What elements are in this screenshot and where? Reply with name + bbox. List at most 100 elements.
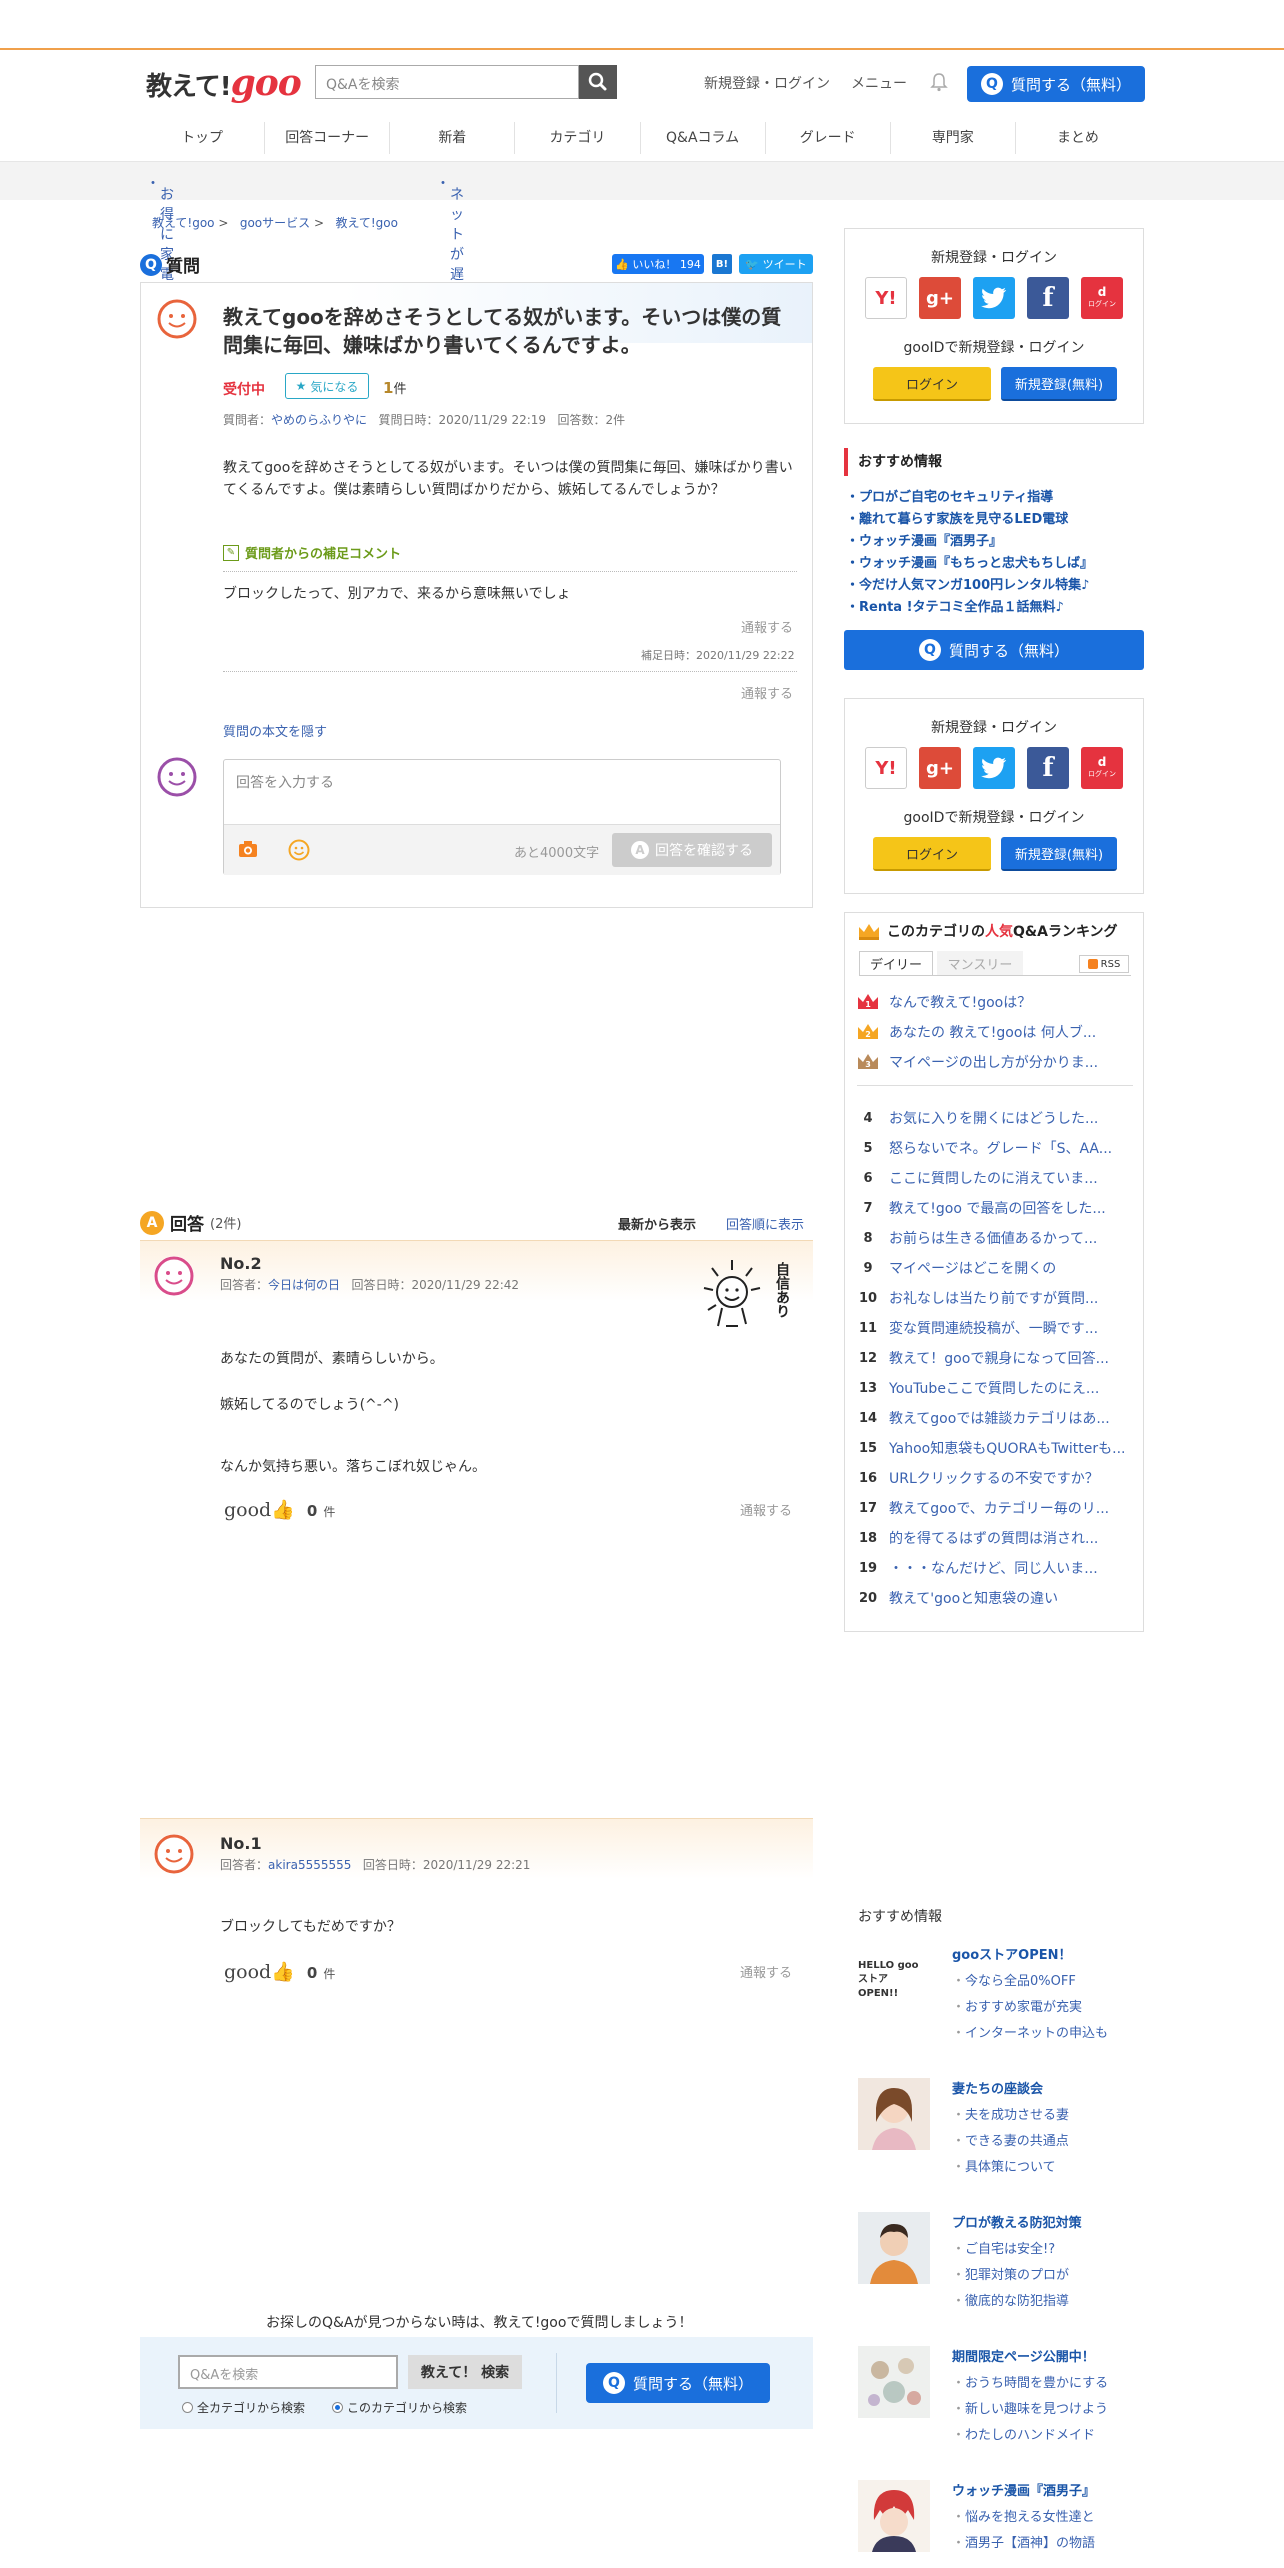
ask-question-button[interactable]: Q 質問する（無料） [967, 66, 1145, 102]
report-link[interactable]: 通報する [741, 683, 793, 702]
ad-item[interactable]: HELLO goo ストア OPEN!! gooストアOPEN！ 今なら全品0%… [844, 1944, 1144, 2064]
docomo-login-icon[interactable]: d ログイン [1081, 747, 1123, 789]
sort-oldest[interactable]: 回答順に表示 [726, 1214, 804, 1233]
ranking-item[interactable]: 20 教えて'gooと知恵袋の違い [857, 1583, 1133, 1613]
nav-category[interactable]: カテゴリ [515, 122, 641, 154]
nav-grade[interactable]: グレード [766, 122, 891, 154]
ranking-item[interactable]: 8 お前らは生きる価値あるかって... [857, 1223, 1133, 1253]
recommend-link[interactable]: ・ウォッチ漫画『酒男子』 [846, 530, 1002, 549]
ranking-item[interactable]: 3 マイページの出し方が分かりま... [857, 1047, 1133, 1077]
google-plus-login-icon[interactable]: g+ [919, 747, 961, 789]
register-button[interactable]: 新規登録(無料) [1001, 367, 1117, 401]
ad-item[interactable]: ウォッチ漫画『酒男子』 悩みを抱える女性達と 酒男子【酒神】の物語 [844, 2480, 1144, 2568]
sort-newest[interactable]: 最新から表示 [618, 1214, 696, 1233]
nav-answer-corner[interactable]: 回答コーナー [265, 122, 391, 154]
hide-question-body-link[interactable]: 質問の本文を隠す [223, 721, 327, 740]
yahoo-login-icon[interactable]: Y! [865, 277, 907, 319]
nav-expert[interactable]: 専門家 [891, 122, 1016, 154]
tweet-button[interactable]: 🐦 ツイート [739, 254, 813, 274]
ad-link[interactable]: ご自宅は安全!? [952, 2238, 1055, 2257]
nav-matome[interactable]: まとめ [1016, 122, 1140, 154]
rss-button[interactable]: RSS [1079, 955, 1129, 973]
tab-monthly[interactable]: マンスリー [937, 951, 1023, 975]
ranking-item[interactable]: 7 教えて!goo で最高の回答をした... [857, 1193, 1133, 1223]
ad-title[interactable]: 期間限定ページ公開中！ [952, 2346, 1095, 2365]
register-login-link[interactable]: 新規登録・ログイン [704, 73, 830, 93]
breadcrumb-item[interactable]: 教えて!goo [335, 216, 398, 230]
report-link[interactable]: 通報する [740, 1500, 792, 1519]
yahoo-login-icon[interactable]: Y! [865, 747, 907, 789]
bottom-ask-button[interactable]: Q 質問する（無料） [586, 2363, 770, 2403]
ad-item[interactable]: プロが教える防犯対策 ご自宅は安全!? 犯罪対策のプロが 徹底的な防犯指導 [844, 2212, 1144, 2332]
recommend-link[interactable]: ・今だけ人気マンガ100円レンタル特集♪ [846, 574, 1089, 593]
login-button[interactable]: ログイン [873, 837, 991, 871]
ad-link[interactable]: 犯罪対策のプロが [952, 2264, 1069, 2283]
recommend-link[interactable]: ・ウォッチ漫画『もちっと忠犬もちしば』 [846, 552, 1093, 571]
ad-link[interactable]: わたしのハンドメイド [952, 2424, 1095, 2443]
ad-item[interactable]: 期間限定ページ公開中！ おうち時間を豊かにする 新しい趣味を見つけよう わたしの… [844, 2346, 1144, 2466]
recommend-link[interactable]: ・Renta !タテコミ全作品１話無料♪ [846, 596, 1064, 615]
register-button[interactable]: 新規登録(無料) [1001, 837, 1117, 871]
ranking-item[interactable]: 18 的を得てるはずの質問は消され... [857, 1523, 1133, 1553]
ranking-item[interactable]: 4 お気に入りを開くにはどうした... [857, 1103, 1133, 1133]
search-button[interactable] [579, 65, 617, 99]
bell-icon[interactable] [930, 72, 948, 92]
ad-title[interactable]: ウォッチ漫画『酒男子』 [952, 2480, 1095, 2499]
report-link[interactable]: 通報する [741, 617, 793, 636]
answerer-name-link[interactable]: akira5555555 [268, 1858, 351, 1872]
twitter-login-icon[interactable] [973, 747, 1015, 789]
ad-title[interactable]: プロが教える防犯対策 [952, 2212, 1082, 2231]
ranking-item[interactable]: 2 あなたの 教えて!gooは 何人ブ... [857, 1017, 1133, 1047]
answerer-avatar[interactable] [154, 1256, 194, 1296]
facebook-login-icon[interactable]: f [1027, 277, 1069, 319]
answer-textarea[interactable]: 回答を入力する あと4000文字 A 回答を確認する [223, 759, 781, 875]
asker-name-link[interactable]: やめのらふりやに [271, 413, 367, 427]
good-button[interactable]: good👍 0 件 [224, 1960, 335, 1983]
sidebar-ask-button[interactable]: Q 質問する（無料） [844, 630, 1144, 670]
ranking-item[interactable]: 9 マイページはどこを開くの [857, 1253, 1133, 1283]
recommend-link[interactable]: ・離れて暮らす家族を見守るLED電球 [846, 508, 1068, 527]
radio-all-categories[interactable]: 全カテゴリから検索 [182, 2399, 305, 2416]
ranking-item[interactable]: 10 お礼なしは当たり前ですが質問... [857, 1283, 1133, 1313]
ad-link[interactable]: おすすめ家電が充実 [952, 1996, 1082, 2015]
facebook-login-icon[interactable]: f [1027, 747, 1069, 789]
nav-top[interactable]: トップ [140, 122, 266, 154]
ranking-item[interactable]: 12 教えて！gooで親身になって回答... [857, 1343, 1133, 1373]
facebook-like-button[interactable]: 👍 いいね！ 194 [612, 254, 704, 274]
emoji-icon[interactable] [288, 839, 310, 861]
nav-new[interactable]: 新着 [390, 122, 516, 154]
watch-button[interactable]: ★ 気になる [285, 373, 369, 399]
ad-link[interactable]: おうち時間を豊かにする [952, 2372, 1108, 2391]
ad-link[interactable]: インターネットの申込も [952, 2022, 1108, 2041]
recommend-link[interactable]: ・プロがご自宅のセキュリティ指導 [846, 486, 1053, 505]
ranking-item[interactable]: 6 ここに質問したのに消えていま... [857, 1163, 1133, 1193]
docomo-login-icon[interactable]: d ログイン [1081, 277, 1123, 319]
ranking-item[interactable]: 14 教えてgooでは雑談カテゴリはあ... [857, 1403, 1133, 1433]
camera-icon[interactable] [238, 840, 258, 858]
asker-avatar[interactable] [157, 299, 197, 339]
nav-qa-column[interactable]: Q&Aコラム [641, 122, 766, 154]
ad-title[interactable]: gooストアOPEN！ [952, 1944, 1072, 1963]
answerer-name-link[interactable]: 今日は何の日 [268, 1278, 340, 1292]
ranking-item[interactable]: 11 変な質問連続投稿が、一瞬です... [857, 1313, 1133, 1343]
tab-daily[interactable]: デイリー [859, 951, 933, 975]
menu-link[interactable]: メニュー [851, 73, 907, 93]
ranking-item[interactable]: 19 ・・・なんだけど、同じ人いま... [857, 1553, 1133, 1583]
promo-link-internet[interactable]: ・ネットが遅くてイライラしてない!? [436, 173, 477, 483]
bottom-search-input[interactable]: Q&Aを検索 [178, 2355, 398, 2389]
hatena-bookmark-button[interactable]: B! [712, 254, 732, 274]
ad-link[interactable]: 悩みを抱える女性達と [952, 2506, 1095, 2525]
twitter-login-icon[interactable] [973, 277, 1015, 319]
ranking-item[interactable]: 17 教えてgooで、カテゴリー毎のリ... [857, 1493, 1133, 1523]
confirm-answer-button[interactable]: A 回答を確認する [612, 833, 772, 867]
good-button[interactable]: good👍 0 件 [224, 1498, 335, 1521]
ad-link[interactable]: 酒男子【酒神】の物語 [952, 2532, 1095, 2551]
ad-title[interactable]: 妻たちの座談会 [952, 2078, 1043, 2097]
answerer-avatar[interactable] [154, 1834, 194, 1874]
ranking-item[interactable]: 5 怒らないでネ。グレード「S、AA... [857, 1133, 1133, 1163]
breadcrumb-item[interactable]: 教えて!goo [152, 216, 215, 230]
ad-item[interactable]: 妻たちの座談会 夫を成功させる妻 できる妻の共通点 具体策について [844, 2078, 1144, 2198]
report-link[interactable]: 通報する [740, 1962, 792, 1981]
ad-link[interactable]: 今なら全品0%OFF [952, 1970, 1076, 1989]
ad-link[interactable]: 新しい趣味を見つけよう [952, 2398, 1108, 2417]
